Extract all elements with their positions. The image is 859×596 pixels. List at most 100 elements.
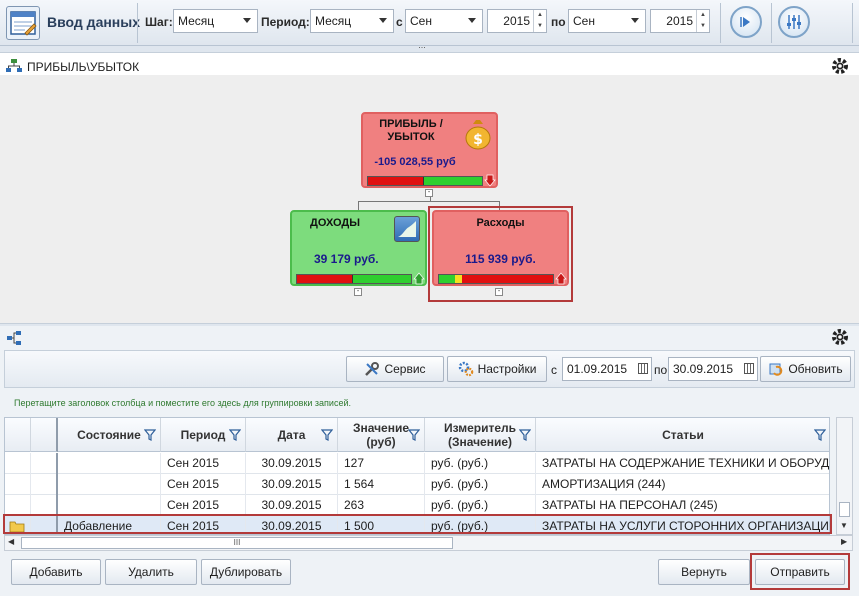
scroll-thumb[interactable] <box>839 502 850 517</box>
from-month-value: Сен <box>410 14 432 28</box>
period-select[interactable]: Месяц <box>310 9 394 33</box>
delete-button[interactable]: Удалить <box>105 559 197 585</box>
to-month-select[interactable]: Сен <box>568 9 646 33</box>
column-header-period[interactable]: Период <box>161 418 246 452</box>
send-button[interactable]: Отправить <box>755 559 845 585</box>
cell-date: 30.09.2015 <box>246 453 338 474</box>
chevron-down-icon <box>631 18 639 23</box>
node-income[interactable]: ДОХОДЫ 39 179 руб. <box>290 210 427 286</box>
row-icon-cell <box>31 495 58 516</box>
column-header-articles[interactable]: Статьи <box>536 418 829 452</box>
column-header-label: Статьи <box>662 427 704 442</box>
add-button[interactable]: Добавить <box>11 559 101 585</box>
cell-value: 263 <box>338 495 425 516</box>
cell-state <box>58 474 161 495</box>
chevron-down-icon <box>379 18 387 23</box>
column-header-label: Период <box>180 427 226 442</box>
top-toolbar: Ввод данных Шаг: Месяц Период: Месяц с С… <box>0 0 859 46</box>
filter-icon[interactable] <box>229 429 241 441</box>
settings-button[interactable]: Настройки <box>447 356 547 382</box>
filter-icon[interactable] <box>408 429 420 441</box>
cell-measure: руб. (руб.) <box>425 453 536 474</box>
refresh-button[interactable]: Обновить <box>760 356 851 382</box>
spinner-arrows-icon[interactable]: ▲ ▼ <box>533 10 546 32</box>
scroll-thumb[interactable]: III <box>21 537 453 549</box>
gear-icon[interactable] <box>831 328 849 349</box>
collapse-toggle[interactable]: - <box>354 288 362 296</box>
node-value: -105 028,55 руб <box>374 156 456 168</box>
spinner-arrows-icon[interactable]: ▲ ▼ <box>696 10 709 32</box>
horizontal-scrollbar[interactable]: ◀ III ▶ <box>4 535 853 551</box>
table-row[interactable]: Сен 2015 30.09.2015 263 руб. (руб.) ЗАТР… <box>5 495 829 516</box>
toolbar-divider <box>852 3 853 43</box>
filter-icon[interactable] <box>814 429 826 441</box>
date-to-input[interactable]: 30.09.2015 <box>668 357 758 381</box>
scroll-right-icon[interactable]: ▶ <box>841 537 847 546</box>
vertical-scrollbar[interactable]: ▼ <box>836 417 853 535</box>
from-label: с <box>396 15 403 29</box>
node-expenses[interactable]: Расходы 115 939 руб. <box>432 210 569 286</box>
from-year-spinner[interactable]: 2015 ▲ ▼ <box>487 9 547 33</box>
calendar-icon[interactable] <box>638 363 648 374</box>
run-button[interactable] <box>730 6 762 38</box>
row-icon-cell <box>31 453 58 474</box>
cell-period: Сен 2015 <box>161 495 246 516</box>
refresh-icon <box>769 363 783 376</box>
table-row[interactable]: Сен 2015 30.09.2015 1 564 руб. (руб.) АМ… <box>5 474 829 495</box>
filter-icon[interactable] <box>144 429 156 441</box>
column-header-value[interactable]: Значение (руб) <box>338 418 425 452</box>
node-title: Расходы <box>476 217 525 229</box>
table-row[interactable]: Сен 2015 30.09.2015 127 руб. (руб.) ЗАТР… <box>5 453 829 474</box>
revert-button[interactable]: Вернуть <box>658 559 750 585</box>
calendar-icon[interactable] <box>744 363 754 374</box>
diagram-title: ПРИБЫЛЬ\УБЫТОК <box>27 60 140 74</box>
column-header-measure[interactable]: Измеритель (Значение) <box>425 418 536 452</box>
to-year-spinner[interactable]: 2015 ▲ ▼ <box>650 9 710 33</box>
from-month-select[interactable]: Сен <box>405 9 483 33</box>
cell-measure: руб. (руб.) <box>425 495 536 516</box>
node-profit-loss[interactable]: ПРИБЫЛЬ / УБЫТОК $ -105 028,55 руб <box>361 112 498 188</box>
scroll-down-icon[interactable]: ▼ <box>840 521 848 530</box>
row-indicator <box>5 453 31 474</box>
column-header-date[interactable]: Дата <box>246 418 338 452</box>
service-button[interactable]: Сервис <box>346 356 444 382</box>
cell-date: 30.09.2015 <box>246 495 338 516</box>
play-icon <box>740 17 750 27</box>
cell-period: Сен 2015 <box>161 453 246 474</box>
row-indicator <box>5 474 31 495</box>
scroll-left-icon[interactable]: ◀ <box>8 537 14 546</box>
column-header-sublabel: (руб) <box>366 434 396 449</box>
to-year-value: 2015 <box>666 14 693 28</box>
date-from-input[interactable]: 01.09.2015 <box>562 357 652 381</box>
data-entry-icon[interactable] <box>6 6 40 40</box>
filter-icon[interactable] <box>321 429 333 441</box>
column-header-label: Измеритель <box>443 420 517 435</box>
node-value: 39 179 руб. <box>314 252 379 266</box>
step-select[interactable]: Месяц <box>173 9 258 33</box>
arrow-up-icon <box>555 272 567 288</box>
duplicate-button[interactable]: Дублировать <box>201 559 291 585</box>
node-title: ПРИБЫЛЬ / УБЫТОК <box>379 118 443 143</box>
cell-value: 127 <box>338 453 425 474</box>
filter-settings-button[interactable] <box>778 6 810 38</box>
money-bag-icon: $ <box>463 118 493 153</box>
node-progress-bar <box>296 274 412 284</box>
connector-line <box>358 201 500 202</box>
splitter-handle[interactable]: ... <box>406 41 438 50</box>
filter-icon[interactable] <box>519 429 531 441</box>
column-header-state[interactable]: Состояние <box>58 418 161 452</box>
column-header-label: Дата <box>277 427 306 442</box>
collapse-toggle[interactable]: - <box>425 189 433 197</box>
from-year-value: 2015 <box>503 14 530 28</box>
toolbar-divider <box>720 3 721 43</box>
period-label: Период: <box>261 15 310 29</box>
app-title: Ввод данных <box>47 14 141 30</box>
column-header-label: Значение <box>352 420 410 435</box>
settings-button-label: Настройки <box>477 362 537 376</box>
row-icon-cell <box>31 474 58 495</box>
column-header-label: Состояние <box>77 427 141 442</box>
collapse-toggle[interactable]: - <box>495 288 503 296</box>
date-from-value: 01.09.2015 <box>567 362 628 376</box>
cell-state <box>58 453 161 474</box>
cell-value: 1 564 <box>338 474 425 495</box>
